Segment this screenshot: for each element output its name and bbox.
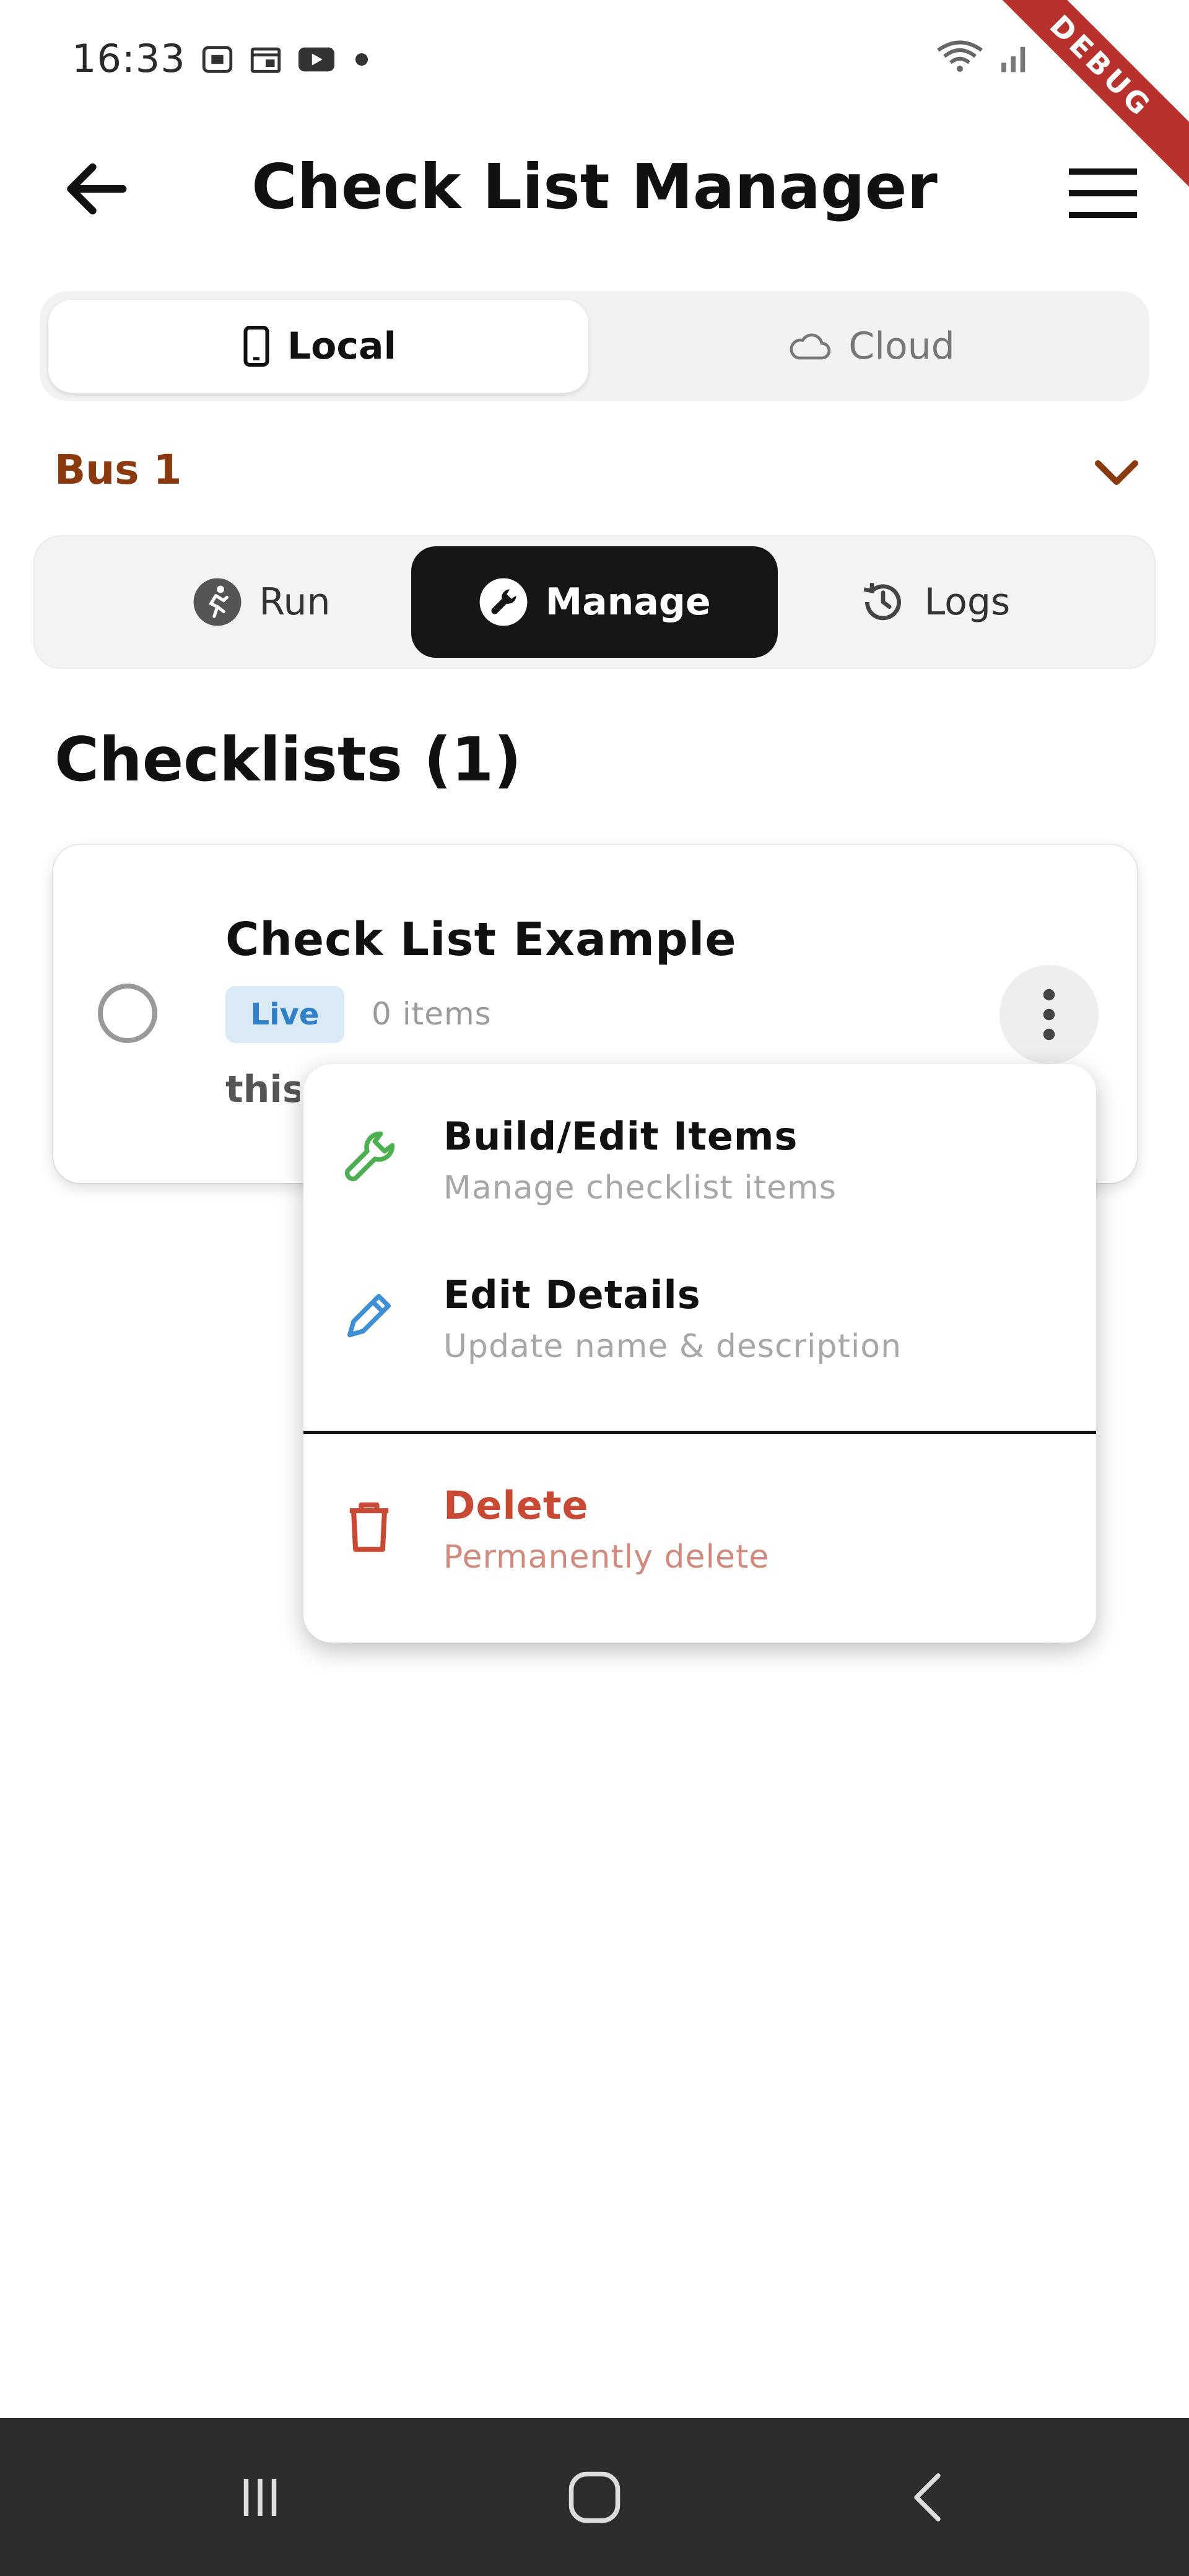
run-icon bbox=[194, 578, 242, 626]
tab-logs-label: Logs bbox=[924, 580, 1011, 624]
home-button[interactable] bbox=[502, 2418, 687, 2576]
tab-run[interactable]: Run bbox=[78, 546, 445, 658]
context-menu: Build/Edit Items Manage checklist items … bbox=[303, 1064, 1096, 1643]
tab-manage-label: Manage bbox=[545, 580, 711, 624]
tab-local-label: Local bbox=[287, 325, 397, 368]
section-title: Checklists (1) bbox=[54, 725, 521, 795]
menu-item-build-edit[interactable]: Build/Edit Items Manage checklist items bbox=[303, 1089, 1096, 1219]
checklist-select-radio[interactable] bbox=[98, 984, 157, 1043]
bus-selector[interactable]: Bus 1 bbox=[54, 440, 1144, 502]
tab-logs[interactable]: Logs bbox=[751, 546, 1117, 658]
status-time: 16:33 bbox=[72, 36, 186, 81]
menu-item-sublabel: Update name & description bbox=[443, 1328, 902, 1365]
page-title: Check List Manager bbox=[251, 151, 938, 223]
screenshot-icon bbox=[202, 46, 233, 73]
cloud-icon bbox=[790, 333, 831, 360]
recent-apps-button[interactable] bbox=[167, 2418, 353, 2576]
storage-toggle: Local Cloud bbox=[40, 291, 1149, 401]
youtube-icon bbox=[298, 47, 334, 72]
tab-run-label: Run bbox=[259, 580, 331, 624]
menu-item-label: Edit Details bbox=[443, 1272, 701, 1317]
menu-item-sublabel: Manage checklist items bbox=[443, 1169, 837, 1207]
menu-item-sublabel: Permanently delete bbox=[443, 1539, 770, 1576]
home-icon bbox=[568, 2471, 621, 2523]
more-options-button[interactable] bbox=[1000, 965, 1099, 1064]
menu-item-label: Delete bbox=[443, 1483, 589, 1528]
tab-local[interactable]: Local bbox=[48, 300, 588, 393]
item-count: 0 items bbox=[372, 996, 492, 1032]
wifi-icon bbox=[937, 40, 983, 72]
menu-item-label: Build/Edit Items bbox=[443, 1114, 798, 1159]
bus-selector-value: Bus 1 bbox=[54, 446, 182, 494]
system-back-button[interactable] bbox=[836, 2418, 1022, 2576]
status-icons-left bbox=[199, 41, 374, 78]
menu-item-edit-details[interactable]: Edit Details Update name & description bbox=[303, 1247, 1096, 1378]
checklist-name: Check List Example bbox=[225, 913, 737, 966]
dot-icon bbox=[355, 53, 368, 66]
history-icon bbox=[863, 583, 901, 621]
chevron-left-icon bbox=[914, 2473, 941, 2521]
wrench-icon bbox=[480, 578, 528, 626]
checklist-description: this bbox=[225, 1068, 300, 1111]
system-navigation-bar bbox=[0, 2418, 1189, 2576]
hamburger-menu-icon bbox=[1069, 168, 1137, 218]
menu-button[interactable] bbox=[1063, 162, 1143, 224]
menu-item-delete[interactable]: Delete Permanently delete bbox=[303, 1458, 1096, 1588]
chevron-down-icon bbox=[1095, 460, 1138, 485]
wrench-icon bbox=[344, 1131, 395, 1182]
status-badge: Live bbox=[225, 986, 344, 1043]
recent-apps-icon bbox=[243, 2478, 277, 2516]
menu-divider bbox=[303, 1431, 1096, 1434]
phone-icon bbox=[243, 326, 269, 367]
tab-cloud[interactable]: Cloud bbox=[601, 300, 1141, 393]
mode-tabs: Run Manage Logs bbox=[33, 535, 1156, 669]
status-icons-right bbox=[935, 37, 1033, 76]
trash-icon bbox=[349, 1502, 389, 1552]
signal-icon bbox=[1001, 46, 1026, 72]
pencil-icon bbox=[347, 1294, 391, 1337]
tab-cloud-label: Cloud bbox=[848, 325, 955, 368]
more-vertical-icon bbox=[1043, 989, 1055, 1041]
tab-manage[interactable]: Manage bbox=[411, 546, 778, 658]
calendar-icon bbox=[250, 47, 281, 73]
